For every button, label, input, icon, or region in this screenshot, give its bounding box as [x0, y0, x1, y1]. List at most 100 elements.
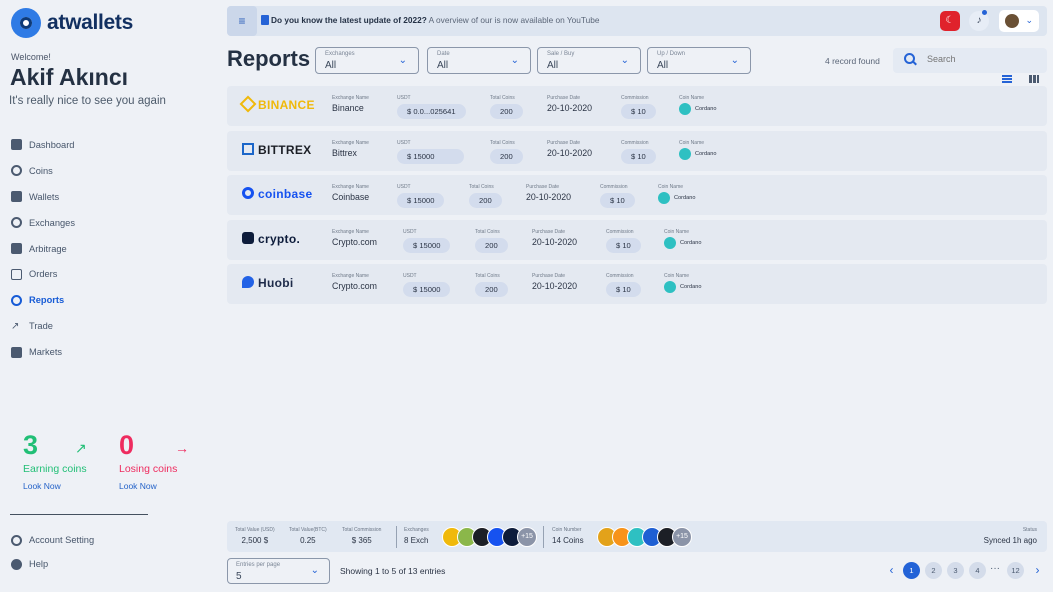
commission-field: Commission $ 10 [600, 184, 635, 209]
welcome-subtitle: It's really nice to see you again [9, 95, 166, 107]
sidebar-item-orders[interactable]: Orders [11, 261, 201, 287]
chevron-down-icon: ⌄ [398, 55, 407, 66]
field-label: USDT [397, 184, 411, 191]
sidebar-item-label: Help [29, 559, 49, 569]
field-label: Commission [606, 273, 634, 280]
summary-label: Coin Number [552, 527, 582, 533]
exchange-logo-bittrex: BITTREX [242, 142, 311, 157]
report-row[interactable]: Huobi Exchange Name Crypto.com USDT $ 1500… [227, 264, 1047, 305]
usdt-field: USDT $ 15000 [403, 273, 451, 298]
turkey-flag-icon[interactable]: ☾ [940, 11, 960, 31]
bottom-menu: Account Setting Help [11, 528, 94, 576]
list-view-icon[interactable] [1002, 75, 1012, 83]
summary-bar: Total Value (USD) 2,500 $ Total Value(BTC… [227, 521, 1047, 552]
summary-divider [396, 526, 397, 548]
losing-look-now-link[interactable]: Look Now [119, 481, 157, 491]
filter-up-down[interactable]: Up / Down All ⌄ [647, 47, 751, 74]
report-row[interactable]: BINANCE Exchange Name Binance USDT $ 0.0..… [227, 86, 1047, 126]
grid-view-icon[interactable] [1029, 75, 1039, 83]
usdt-field: USDT $ 15000 [397, 184, 445, 209]
coins-summary: Coin Number 14 Coins [552, 527, 584, 545]
filter-exchanges[interactable]: Exchanges All ⌄ [315, 47, 419, 74]
field-label: Coin Name [658, 184, 684, 191]
more-exchanges-badge: +15 [517, 527, 537, 547]
cardano-icon [679, 103, 691, 115]
bittrex-icon [242, 142, 254, 155]
filter-date[interactable]: Date All ⌄ [427, 47, 531, 74]
profile-menu[interactable]: ⌄ [999, 10, 1039, 32]
sidebar-item-account-setting[interactable]: Account Setting [11, 528, 94, 552]
cardano-icon [664, 281, 676, 294]
sidebar-menu: Dashboard Coins Wallets Exchanges Arbitr… [11, 132, 201, 365]
avatar [1005, 14, 1019, 28]
sidebar-item-markets[interactable]: Markets [11, 339, 201, 365]
field-label: Exchange Name [332, 139, 369, 146]
search-input[interactable] [927, 54, 1037, 64]
commission-field: Commission $ 10 [621, 95, 656, 119]
filter-value: All [437, 60, 449, 71]
sidebar-item-coins[interactable]: Coins [11, 158, 201, 184]
field-value: $ 15000 [403, 282, 451, 298]
notice-bold: Do you know the latest update of 2022? [271, 15, 427, 25]
prev-page-button[interactable]: ‹ [883, 562, 900, 579]
chevron-down-icon: ⌄ [730, 55, 739, 66]
search-icon[interactable] [904, 53, 916, 65]
total-coins-field: Total Coins 200 [490, 140, 523, 164]
menu-collapse-icon: ≡ [238, 14, 246, 28]
document-icon [261, 15, 269, 25]
sidebar-item-exchanges[interactable]: Exchanges [11, 210, 201, 236]
report-row[interactable]: coinbase Exchange Name Coinbase USDT $ 150… [227, 175, 1047, 216]
filter-label: Up / Down [657, 51, 686, 57]
coin-name-field: Coin Name Cordano [658, 184, 695, 205]
brand-name: crypto. [258, 231, 301, 246]
losing-stat: 0 → Losing coins Look Now [119, 430, 189, 491]
page-button[interactable]: 2 [925, 562, 942, 579]
total-commission: Total Commission $ 365 [342, 527, 381, 545]
filter-sale-buy[interactable]: Sale / Buy All ⌄ [537, 47, 641, 74]
wallet-icon [11, 191, 22, 203]
field-label: Purchase Date [547, 139, 581, 146]
field-label: Coin Name [664, 228, 690, 235]
sidebar-item-wallets[interactable]: Wallets [11, 184, 201, 210]
filter-label: Exchanges [325, 51, 355, 57]
field-value: 20-10-2020 [526, 192, 571, 203]
sidebar-item-dashboard[interactable]: Dashboard [11, 132, 201, 158]
field-value: 200 [490, 148, 523, 164]
pagination-ellipsis: ··· [990, 563, 1000, 574]
field-value: $ 10 [621, 148, 656, 164]
sidebar-toggle-button[interactable]: ≡ [227, 6, 257, 36]
field-label: USDT [397, 95, 411, 101]
losing-label: Losing coins [119, 463, 178, 475]
field-label: Commission [600, 184, 628, 191]
report-row[interactable]: BITTREX Exchange Name Bittrex USDT $ 15000… [227, 130, 1047, 171]
next-page-button[interactable]: › [1029, 562, 1046, 579]
page-button-last[interactable]: 12 [1007, 562, 1024, 579]
report-row[interactable]: crypto. Exchange Name Crypto.com USDT $ 15… [227, 219, 1047, 260]
sidebar-item-trade[interactable]: ↗ Trade [11, 313, 201, 339]
exchange-logo-binance: BINANCE [239, 95, 315, 113]
total-value-usd: Total Value (USD) 2,500 $ [235, 527, 275, 545]
markets-icon [11, 346, 22, 358]
chevron-down-icon: ⌄ [1025, 15, 1033, 25]
sidebar-item-help[interactable]: Help [11, 552, 94, 576]
earning-look-now-link[interactable]: Look Now [23, 481, 61, 491]
coin-name-field: Coin Name Cordano [664, 229, 701, 249]
total-coins-field: Total Coins 200 [475, 273, 508, 298]
sidebar-item-arbitrage[interactable]: Arbitrage [11, 236, 201, 262]
sidebar-item-reports[interactable]: Reports [11, 287, 201, 313]
field-label: USDT [403, 273, 417, 280]
field-label: Commission [621, 139, 649, 146]
page-button[interactable]: 1 [903, 562, 920, 579]
page-button[interactable]: 3 [947, 562, 964, 579]
field-value: Bittrex [332, 147, 357, 158]
entries-per-page-select[interactable]: Entries per page 5 ⌄ [227, 558, 330, 584]
update-notice[interactable]: Do you know the latest update of 2022? A… [271, 15, 600, 25]
top-bar: ≡ Do you know the latest update of 2022?… [227, 6, 1047, 36]
field-label: Coin Name [679, 95, 705, 101]
field-value: Cordano [680, 284, 702, 291]
logo[interactable]: atwallets [11, 8, 133, 38]
page-button[interactable]: 4 [969, 562, 986, 579]
exchange-logo-crypto: crypto. [242, 231, 301, 246]
field-value: 200 [475, 237, 508, 253]
commission-field: Commission $ 10 [606, 273, 641, 298]
